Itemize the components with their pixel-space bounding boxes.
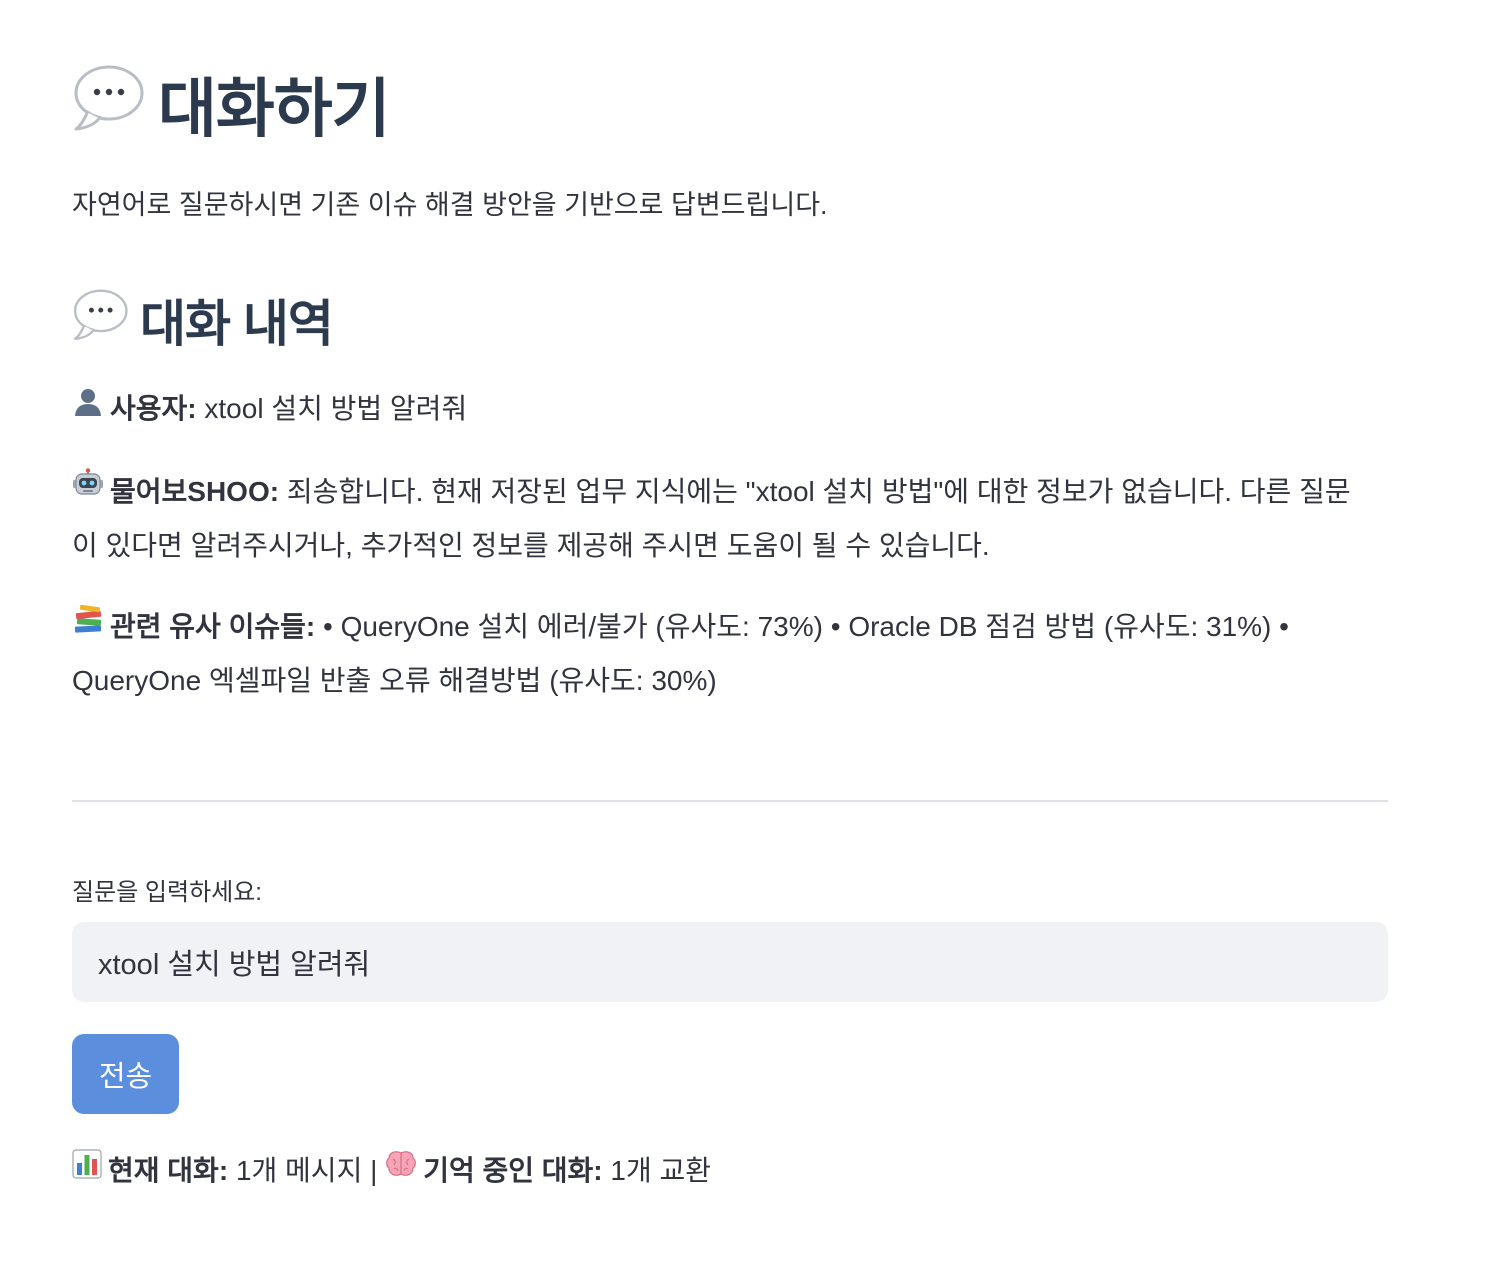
send-button[interactable]: 전송 bbox=[72, 1034, 179, 1114]
related-issues: 관련 유사 이슈들: • QueryOne 설치 에러/불가 (유사도: 73%… bbox=[72, 601, 1372, 707]
speech-bubble-icon bbox=[72, 61, 144, 148]
question-input[interactable] bbox=[72, 922, 1388, 1002]
current-conversation-label: 현재 대화: bbox=[108, 1155, 229, 1186]
bar-chart-icon bbox=[72, 1145, 102, 1195]
related-label: 관련 유사 이슈들: bbox=[110, 611, 316, 642]
page-title-text: 대화하기 bbox=[158, 73, 391, 145]
speech-bubble-icon bbox=[72, 286, 128, 354]
page-subtitle: 자연어로 질문하시면 기존 이슈 해결 방안을 기반으로 답변드립니다. bbox=[72, 190, 828, 220]
bot-message: 물어보SHOO: 죄송합니다. 현재 저장된 업무 지식에는 "xtool 설치… bbox=[72, 466, 1372, 572]
books-icon bbox=[72, 600, 104, 652]
page-title: 대화하기 bbox=[72, 58, 391, 150]
history-title-text: 대화 내역 bbox=[140, 296, 334, 352]
divider bbox=[72, 800, 1388, 802]
user-message: 사용자: xtool 설치 방법 알려줘 bbox=[72, 383, 1372, 437]
conversation-stats: 현재 대화: 1개 메시지 | 기억 중인 대화: 1개 교환 bbox=[72, 1146, 711, 1198]
history-title: 대화 내역 bbox=[72, 284, 334, 356]
user-message-text: xtool 설치 방법 알려줘 bbox=[204, 393, 468, 424]
chat-page: 대화하기 자연어로 질문하시면 기존 이슈 해결 방안을 기반으로 답변드립니다… bbox=[0, 0, 1506, 1268]
robot-icon bbox=[72, 465, 104, 517]
stats-separator: | bbox=[370, 1155, 378, 1186]
brain-icon bbox=[385, 1145, 417, 1195]
user-label: 사용자: bbox=[110, 393, 197, 424]
memory-conversation-value: 1개 교환 bbox=[610, 1155, 712, 1186]
user-silhouette-icon bbox=[72, 382, 104, 434]
question-input-label: 질문을 입력하세요: bbox=[72, 879, 262, 906]
current-conversation-value: 1개 메시지 bbox=[235, 1155, 363, 1186]
bot-label: 물어보SHOO: bbox=[110, 476, 280, 507]
memory-conversation-label: 기억 중인 대화: bbox=[423, 1155, 603, 1186]
